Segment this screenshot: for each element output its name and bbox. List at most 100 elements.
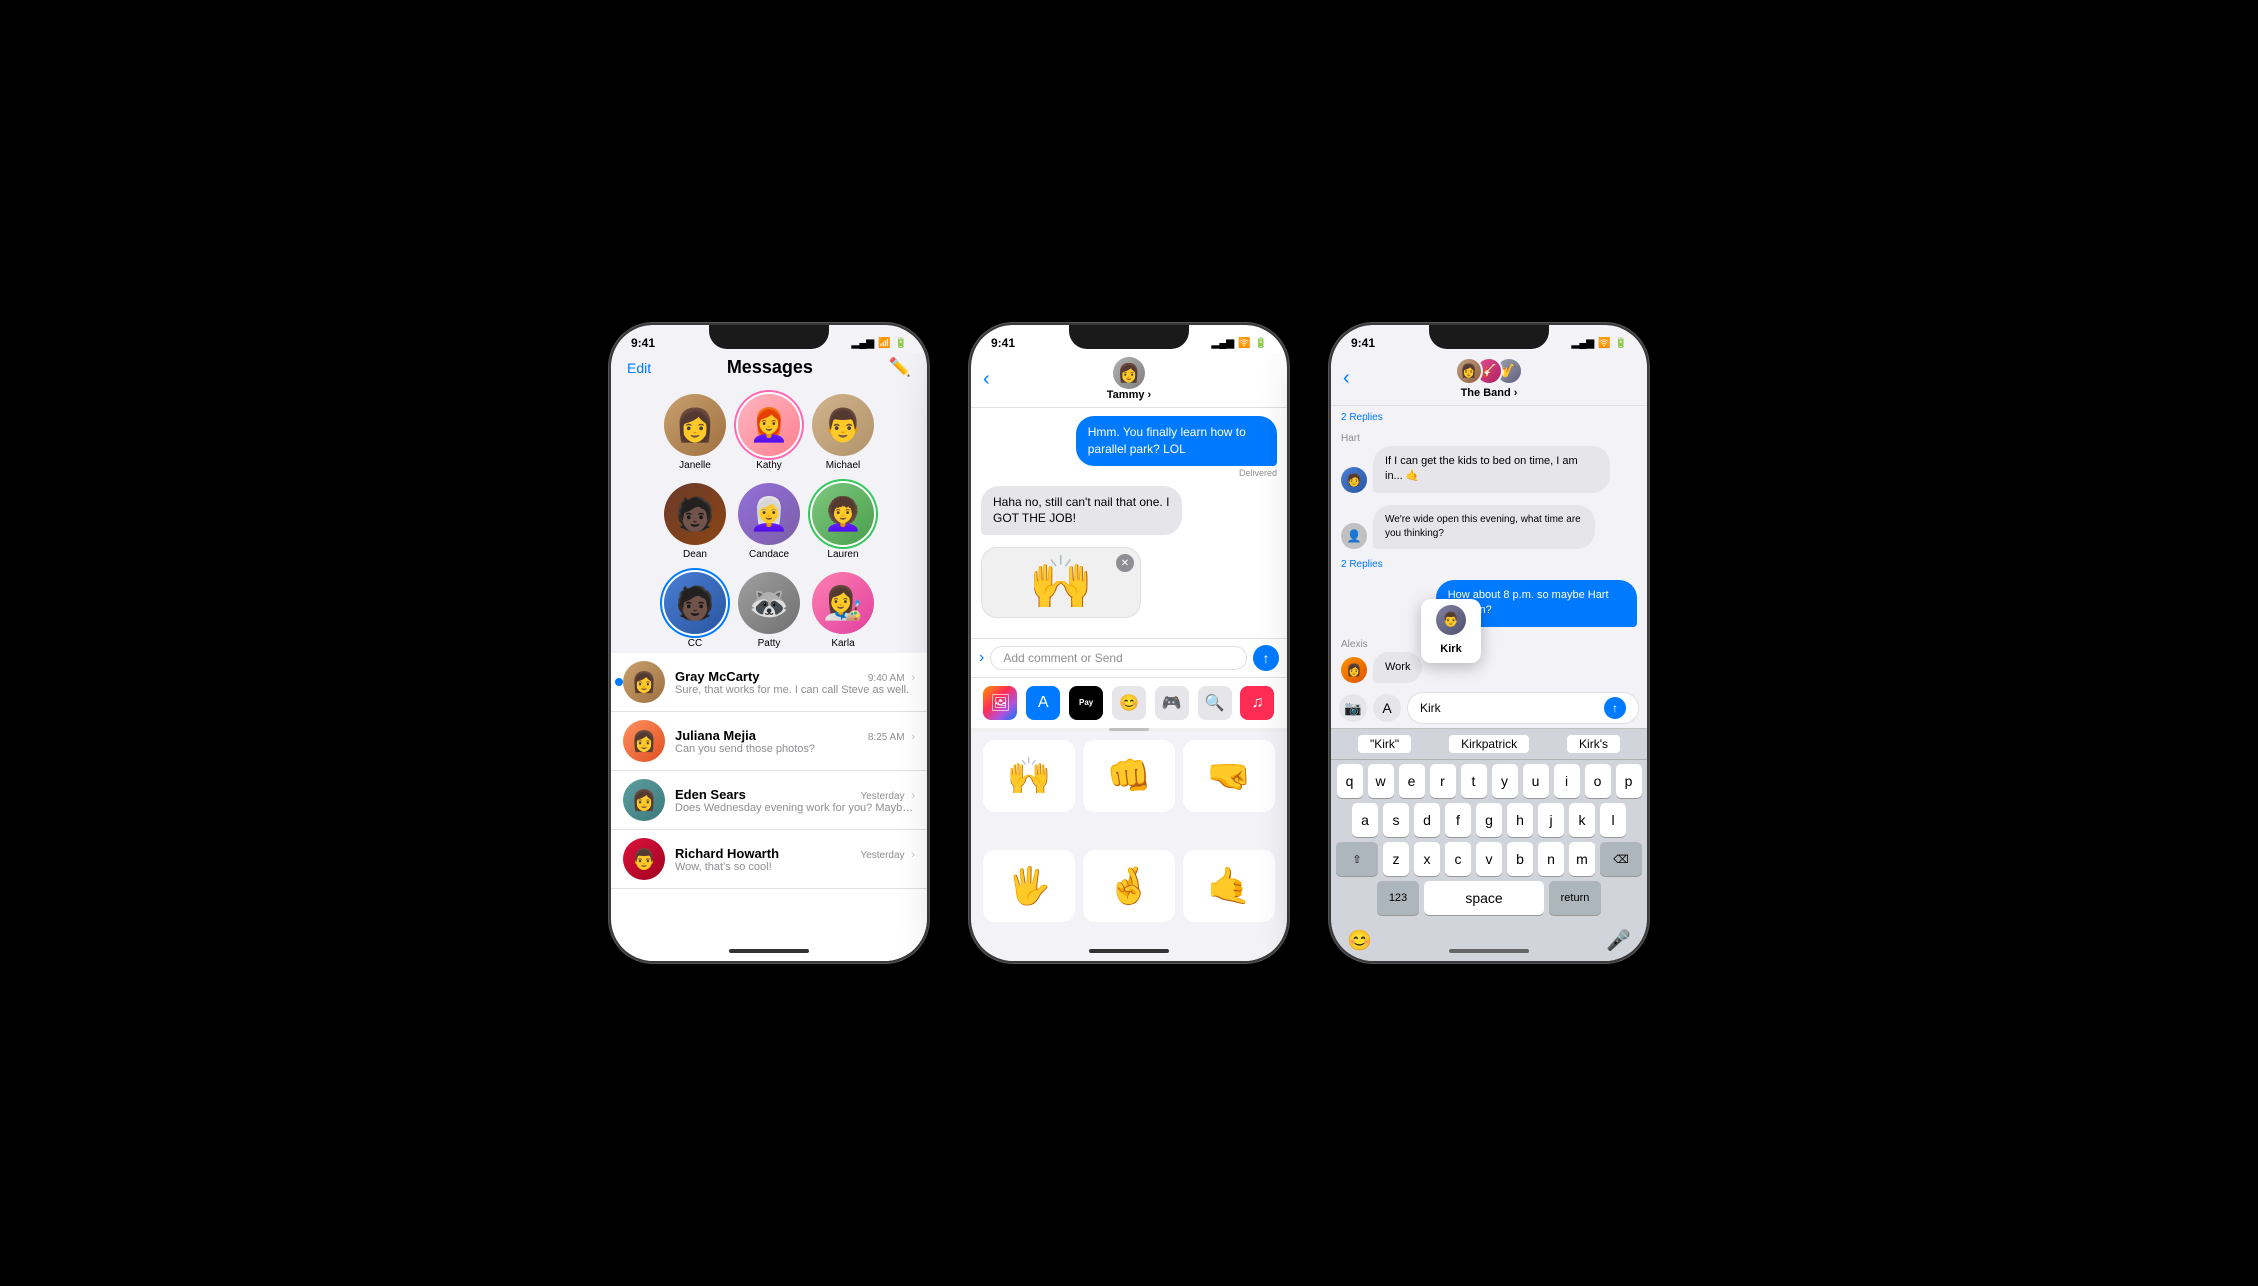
back-button-group[interactable]: ‹ xyxy=(1343,367,1350,390)
key-z[interactable]: z xyxy=(1383,842,1409,876)
keyboard-area: "Kirk" Kirkpatrick Kirk's q w e r t y u … xyxy=(1331,728,1647,961)
key-y[interactable]: y xyxy=(1492,764,1518,798)
key-shift[interactable]: ⇧ xyxy=(1336,842,1378,876)
memoji-close-button[interactable]: ✕ xyxy=(1116,554,1134,572)
contact-kathy[interactable]: 👩‍🦰 Kathy xyxy=(738,394,800,471)
autocorrect-bar: "Kirk" Kirkpatrick Kirk's xyxy=(1331,729,1647,760)
key-k[interactable]: k xyxy=(1569,803,1595,837)
key-i[interactable]: i xyxy=(1554,764,1580,798)
phone-messages-list: 9:41 ▂▄▆ 📶 🔋 Edit Messages ✏️ 👩 xyxy=(609,323,929,963)
conversation-gray-mccarty[interactable]: 👩 Gray McCarty 9:40 AM › Sure, that work… xyxy=(611,653,927,712)
edit-button[interactable]: Edit xyxy=(627,360,651,376)
chat-input-area: › Add comment or Send ↑ xyxy=(971,638,1287,677)
appstore-button[interactable]: A xyxy=(1026,686,1060,720)
contact-michael[interactable]: 👨 Michael xyxy=(812,394,874,471)
memoji-cell-3[interactable]: 🤜 xyxy=(1183,740,1275,812)
pinned-row-2: 🧑🏿 Dean 👩‍🦳 Candace 👩‍🦱 Lauren xyxy=(611,475,927,564)
contact-candace[interactable]: 👩‍🦳 Candace xyxy=(738,483,800,560)
contact-karla[interactable]: 👩‍🎨 Karla xyxy=(812,572,874,649)
back-button-tammy[interactable]: ‹ xyxy=(983,368,990,391)
alexis-message-group: Alexis 👩 Work 👨 Kirk xyxy=(1341,639,1637,683)
key-o[interactable]: o xyxy=(1585,764,1611,798)
memoji-cell-6[interactable]: 🤙 xyxy=(1183,850,1275,922)
key-w[interactable]: w xyxy=(1368,764,1394,798)
memoji-cell-4[interactable]: 🖐 xyxy=(983,850,1075,922)
apps-button-group[interactable]: A xyxy=(1373,694,1401,722)
msg-preview-eden: Does Wednesday evening work for you? May… xyxy=(675,802,915,814)
contact-cc-label: CC xyxy=(688,638,702,649)
games-button[interactable]: 🎮 xyxy=(1155,686,1189,720)
contact-patty[interactable]: 🦝 Patty xyxy=(738,572,800,649)
wifi-icon-3: 🛜 xyxy=(1598,338,1610,349)
key-f[interactable]: f xyxy=(1445,803,1471,837)
autocorrect-kirks[interactable]: Kirk's xyxy=(1567,735,1620,753)
contact-dean[interactable]: 🧑🏿 Dean xyxy=(664,483,726,560)
applepay-button[interactable]: Pay xyxy=(1069,686,1103,720)
key-space[interactable]: space xyxy=(1424,881,1544,915)
conversation-eden[interactable]: 👩 Eden Sears Yesterday › Does Wednesday … xyxy=(611,771,927,830)
unknown-avatar: 👤 xyxy=(1341,523,1367,549)
memoji-cell-5[interactable]: 🤞 xyxy=(1083,850,1175,922)
time-2: 9:41 xyxy=(991,336,1015,350)
contact-lauren[interactable]: 👩‍🦱 Lauren xyxy=(812,483,874,560)
key-d[interactable]: d xyxy=(1414,803,1440,837)
key-q[interactable]: q xyxy=(1337,764,1363,798)
key-b[interactable]: b xyxy=(1507,842,1533,876)
key-c[interactable]: c xyxy=(1445,842,1471,876)
key-p[interactable]: p xyxy=(1616,764,1642,798)
group-chat-body: 2 Replies Hart 🧑 If I can get the kids t… xyxy=(1331,406,1647,688)
mic-button[interactable]: 🎤 xyxy=(1606,928,1631,953)
notch-2 xyxy=(1069,325,1189,349)
search-button[interactable]: 🔍 xyxy=(1198,686,1232,720)
memoji-grid: 🙌 👊 🤜 🖐 🤞 🤙 xyxy=(971,732,1287,962)
memoji-cell-2[interactable]: 👊 xyxy=(1083,740,1175,812)
send-button[interactable]: ↑ xyxy=(1253,645,1279,671)
key-a[interactable]: a xyxy=(1352,803,1378,837)
key-l[interactable]: l xyxy=(1600,803,1626,837)
contact-janelle[interactable]: 👩 Janelle xyxy=(664,394,726,471)
chat-input-field[interactable]: Add comment or Send xyxy=(990,646,1247,670)
key-delete[interactable]: ⌫ xyxy=(1600,842,1642,876)
conversation-richard[interactable]: 👨 Richard Howarth Yesterday › Wow, that'… xyxy=(611,830,927,889)
memoji-button[interactable]: 😊 xyxy=(1112,686,1146,720)
key-j[interactable]: j xyxy=(1538,803,1564,837)
replies-label-1[interactable]: 2 Replies xyxy=(1341,412,1637,423)
hart-message-group: Hart 🧑 If I can get the kids to bed on t… xyxy=(1341,433,1637,493)
replies-label-2[interactable]: 2 Replies xyxy=(1341,559,1637,570)
key-m[interactable]: m xyxy=(1569,842,1595,876)
key-123[interactable]: 123 xyxy=(1377,881,1419,915)
key-return[interactable]: return xyxy=(1549,881,1601,915)
compose-icon[interactable]: ✏️ xyxy=(889,357,911,378)
key-v[interactable]: v xyxy=(1476,842,1502,876)
emoji-keyboard-button[interactable]: 😊 xyxy=(1347,928,1372,953)
contact-header-tammy[interactable]: 👩 Tammy › xyxy=(1107,357,1151,401)
conversation-juliana[interactable]: 👩 Juliana Mejia 8:25 AM › Can you send t… xyxy=(611,712,927,771)
key-e[interactable]: e xyxy=(1399,764,1425,798)
photos-button[interactable]: 🖼 xyxy=(983,686,1017,720)
expand-button[interactable]: › xyxy=(979,649,984,667)
group-header[interactable]: 👩 🎸 🎷 The Band › xyxy=(1455,357,1523,399)
key-u[interactable]: u xyxy=(1523,764,1549,798)
key-h[interactable]: h xyxy=(1507,803,1533,837)
msg-name-juliana: Juliana Mejia xyxy=(675,728,756,743)
contact-michael-label: Michael xyxy=(826,460,860,471)
key-n[interactable]: n xyxy=(1538,842,1564,876)
key-t[interactable]: t xyxy=(1461,764,1487,798)
autocorrect-kirk-quoted[interactable]: "Kirk" xyxy=(1358,735,1411,753)
contact-cc[interactable]: 🧑🏿 CC xyxy=(664,572,726,649)
key-x[interactable]: x xyxy=(1414,842,1440,876)
msg-time-juliana: 8:25 AM › xyxy=(868,731,915,743)
key-s[interactable]: s xyxy=(1383,803,1409,837)
memoji-cell-1[interactable]: 🙌 xyxy=(983,740,1075,812)
chat-body-tammy: Hmm. You finally learn how to parallel p… xyxy=(971,408,1287,638)
group-send-button[interactable]: ↑ xyxy=(1604,697,1626,719)
music-button[interactable]: ♫ xyxy=(1240,686,1274,720)
key-g[interactable]: g xyxy=(1476,803,1502,837)
contact-karla-label: Karla xyxy=(831,638,854,649)
contact-name-tammy: Tammy › xyxy=(1107,389,1151,401)
key-r[interactable]: r xyxy=(1430,764,1456,798)
autocorrect-kirkpatrick[interactable]: Kirkpatrick xyxy=(1449,735,1529,753)
msg-content-richard: Richard Howarth Yesterday › Wow, that's … xyxy=(675,846,915,873)
camera-button[interactable]: 📷 xyxy=(1339,694,1367,722)
group-input-field[interactable]: Kirk ↑ xyxy=(1407,692,1639,724)
